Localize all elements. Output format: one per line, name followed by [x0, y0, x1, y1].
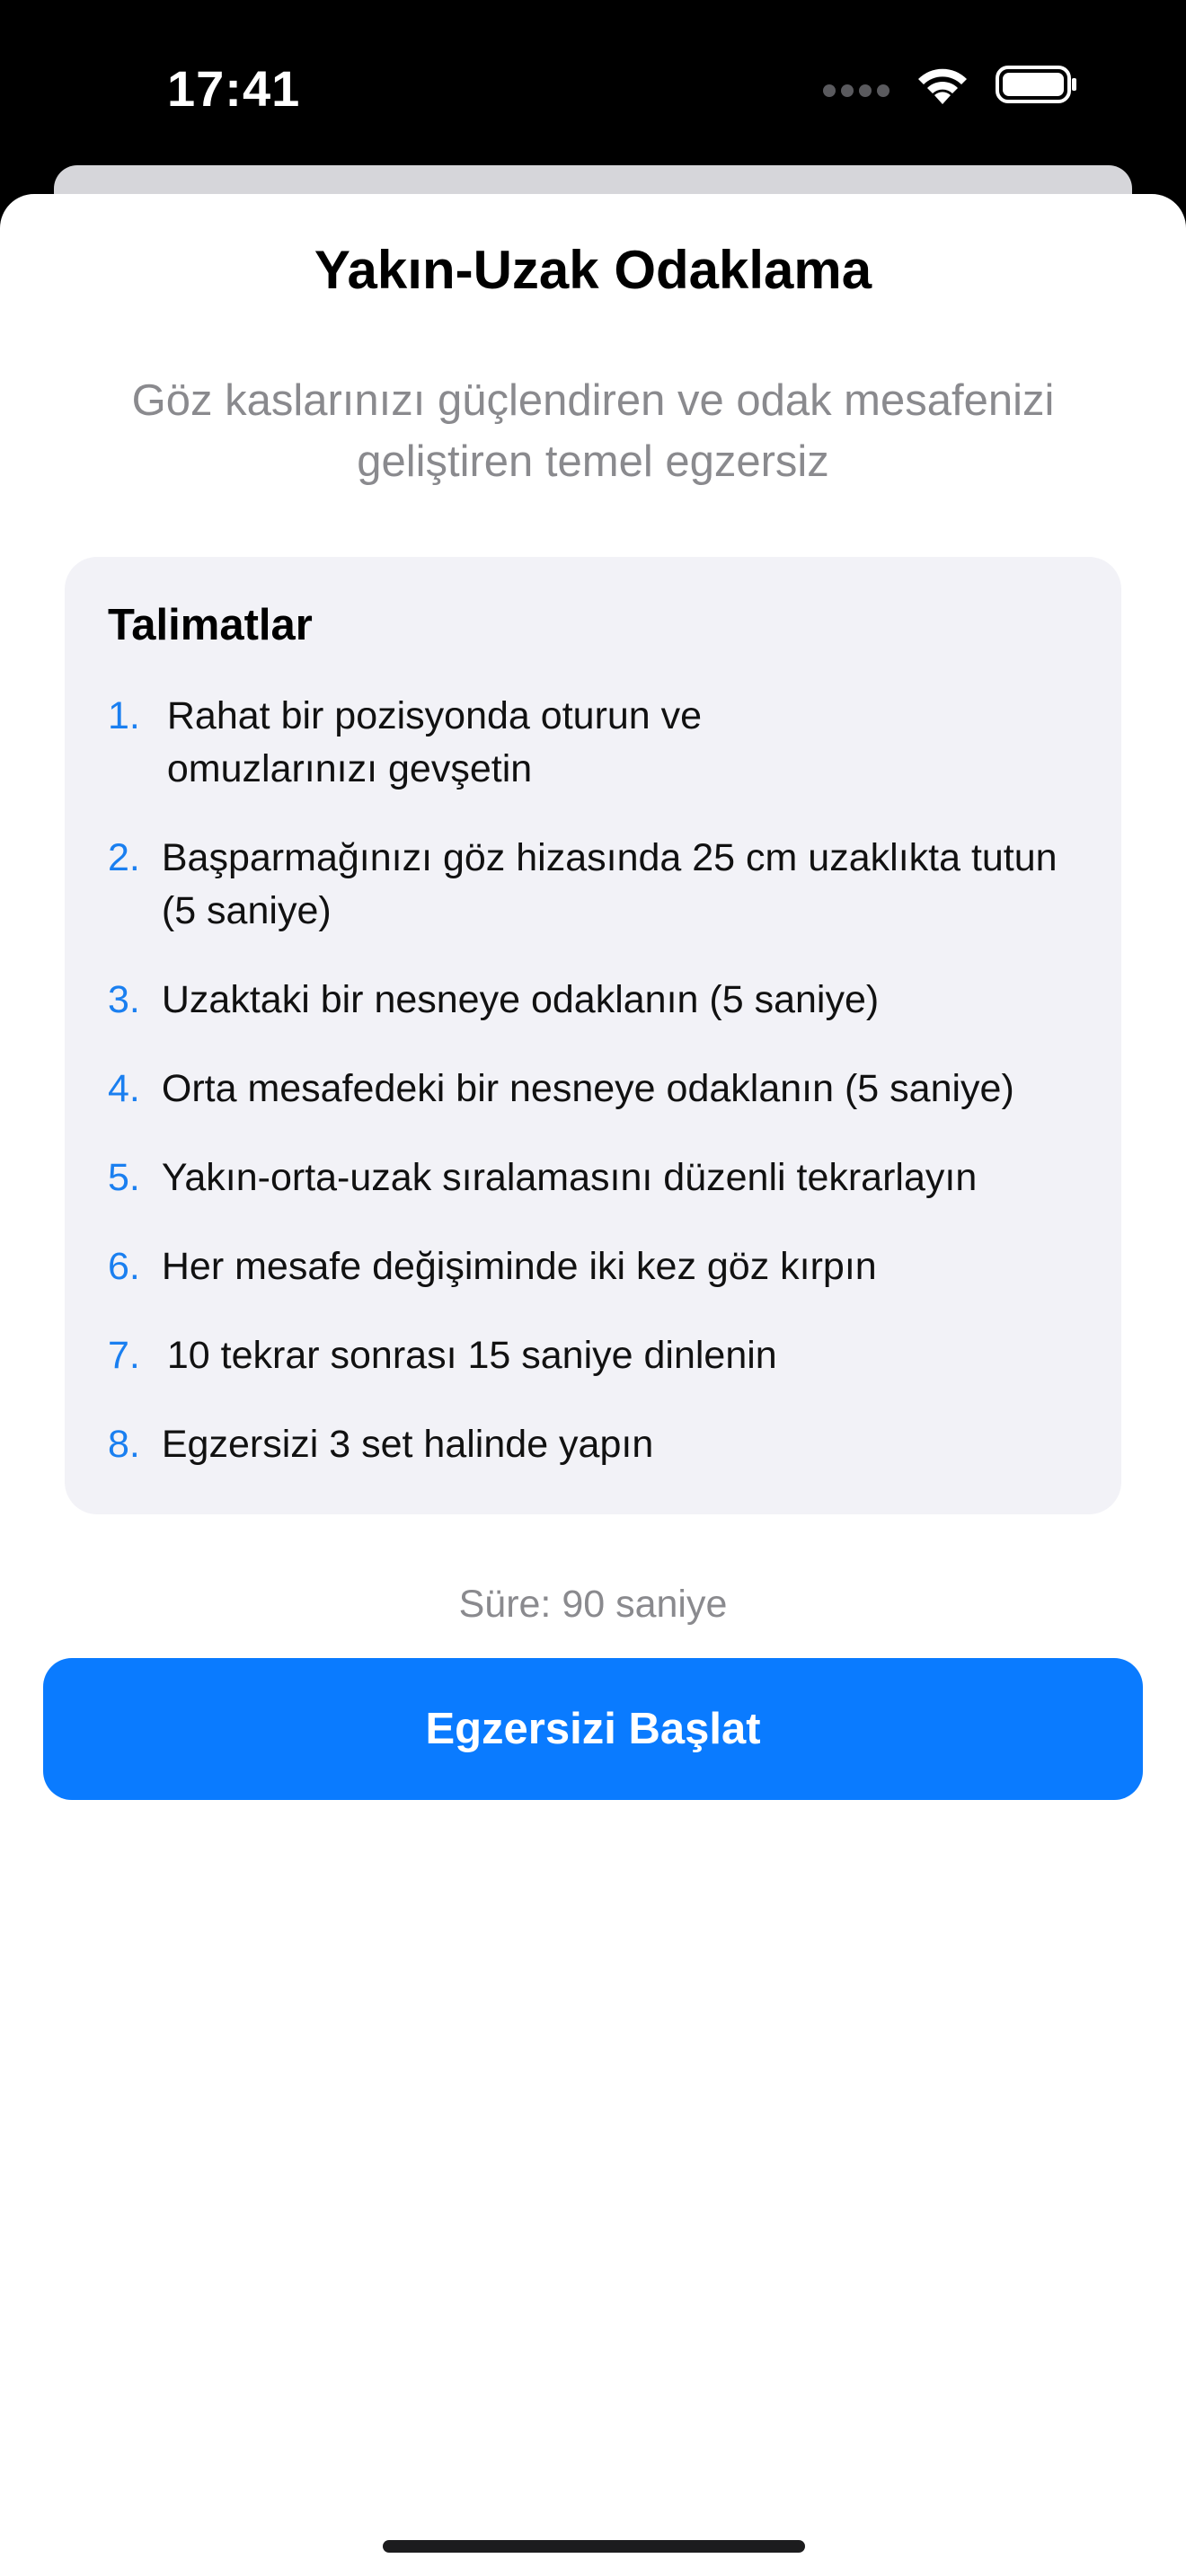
step-text: Başparmağınızı göz hizasında 25 cm uzakl…: [161, 836, 1058, 932]
step-text: 10 tekrar sonrası 15 saniye dinlenin: [166, 1334, 777, 1377]
instruction-step: 6. Her mesafe değişiminde iki kez göz kı…: [108, 1240, 1105, 1293]
step-text: Uzaktaki bir nesneye odaklanın (5 saniye…: [161, 978, 880, 1021]
step-text: Yakın-orta-uzak sıralamasını düzenli tek…: [161, 1156, 978, 1199]
instruction-step: 4. Orta mesafedeki bir nesneye odaklanın…: [108, 1063, 1105, 1116]
step-text: Rahat bir pozisyonda oturun ve omuzların…: [166, 694, 703, 790]
instruction-step: 8. Egzersizi 3 set halinde yapın: [108, 1418, 1105, 1471]
cellular-signal-icon: [823, 84, 890, 97]
instructions-list: 1. Rahat bir pozisyonda oturun ve omuzla…: [108, 690, 1105, 1507]
instruction-step: 1. Rahat bir pozisyonda oturun ve omuzla…: [108, 690, 1105, 796]
instruction-step: 3. Uzaktaki bir nesneye odaklanın (5 san…: [108, 974, 1105, 1027]
step-number: 5.: [108, 1156, 140, 1199]
step-text: Her mesafe değişiminde iki kez göz kırpı…: [161, 1245, 877, 1288]
step-number: 7.: [108, 1334, 140, 1377]
page-subtitle: Göz kaslarınızı güçlendiren ve odak mesa…: [131, 376, 1055, 486]
step-number: 1.: [108, 694, 140, 737]
instruction-step: 5. Yakın-orta-uzak sıralamasını düzenli …: [108, 1151, 1105, 1204]
step-number: 4.: [108, 1067, 140, 1110]
step-number: 2.: [108, 836, 140, 879]
status-bar: 17:41: [0, 0, 1186, 171]
instruction-step: 2. Başparmağınızı göz hizasında 25 cm uz…: [108, 832, 1105, 938]
step-text: Orta mesafedeki bir nesneye odaklanın (5…: [161, 1067, 1014, 1110]
wifi-icon: [918, 68, 967, 104]
instruction-step: 7. 10 tekrar sonrası 15 saniye dinlenin: [108, 1329, 1105, 1382]
status-time: 17:41: [167, 60, 301, 117]
instructions-card: Talimatlar 1. Rahat bir pozisyonda oturu…: [65, 557, 1121, 1514]
instructions-heading: Talimatlar: [108, 601, 313, 649]
step-text: Egzersizi 3 set halinde yapın: [161, 1423, 654, 1466]
step-number: 6.: [108, 1245, 140, 1288]
battery-icon: [996, 66, 1076, 103]
status-icons: [823, 65, 1078, 104]
start-exercise-button[interactable]: Egzersizi Başlat: [43, 1658, 1143, 1800]
duration-label: Süre: 90 saniye: [458, 1583, 728, 1626]
page-title: Yakın-Uzak Odaklama: [314, 240, 872, 300]
step-number: 8.: [108, 1423, 140, 1466]
step-number: 3.: [108, 978, 140, 1021]
home-indicator[interactable]: [383, 2540, 805, 2553]
